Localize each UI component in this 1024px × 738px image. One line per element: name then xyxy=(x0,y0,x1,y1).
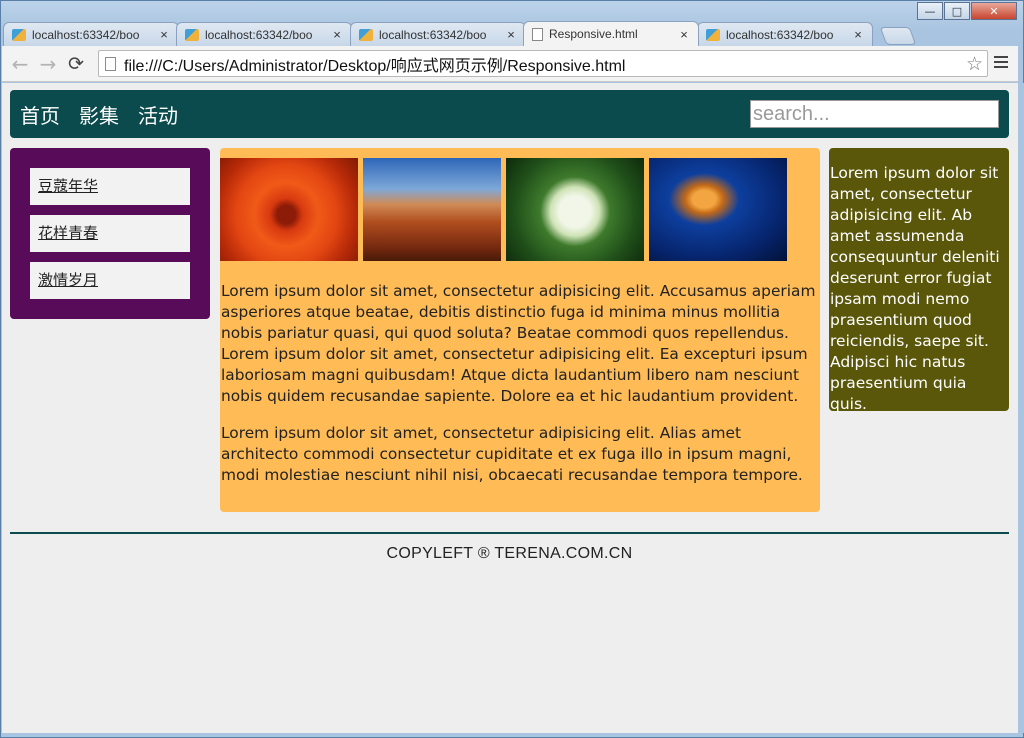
tab-localhost-3[interactable]: localhost:63342/boo × xyxy=(350,22,526,46)
site-footer: COPYLEFT ® TERENA.COM.CN xyxy=(10,532,1009,563)
main-paragraph-1: Lorem ipsum dolor sit amet, consectetur … xyxy=(221,282,816,405)
main-paragraph-2: Lorem ipsum dolor sit amet, consectetur … xyxy=(221,424,803,484)
nav-link-gallery[interactable]: 影集 xyxy=(79,100,119,129)
webstorm-icon xyxy=(12,28,26,41)
jellyfish-image xyxy=(649,158,787,261)
minimize-button[interactable]: — xyxy=(917,2,943,20)
new-tab-button[interactable] xyxy=(879,27,917,45)
forward-arrow-icon[interactable]: → xyxy=(34,50,62,78)
tab-responsive-active[interactable]: Responsive.html × xyxy=(523,21,699,46)
tab-label: localhost:63342/boo xyxy=(32,27,140,42)
tab-close-icon[interactable]: × xyxy=(158,27,170,42)
sidebar-item-2[interactable]: 花样青春 xyxy=(30,215,190,252)
browser-toolbar: ← → ⟳ file:///C:/Users/Administrator/Des… xyxy=(2,46,1018,82)
tab-localhost-1[interactable]: localhost:63342/boo × xyxy=(3,22,179,46)
sidebar-item-3[interactable]: 激情岁月 xyxy=(30,262,190,299)
webstorm-icon xyxy=(185,28,199,41)
browser-window: — □ ✕ localhost:63342/boo × localhost:63… xyxy=(0,0,1024,738)
url-text[interactable]: file:///C:/Users/Administrator/Desktop/响… xyxy=(124,52,625,76)
site-nav: 首页 影集 活动 xyxy=(20,90,197,138)
chrysanthemum-image xyxy=(220,158,358,261)
window-frame-edge xyxy=(1018,83,1024,733)
hydrangea-image xyxy=(506,158,644,261)
document-icon xyxy=(532,27,543,41)
page-viewport: 首页 影集 活动 豆蔻年华 花样青春 激情岁月 Lorem ipsum dolo… xyxy=(2,83,1018,733)
back-arrow-icon[interactable]: ← xyxy=(6,50,34,78)
webstorm-icon xyxy=(706,28,720,41)
copyright-text: COPYLEFT ® TERENA.COM.CN xyxy=(386,545,633,562)
close-window-button[interactable]: ✕ xyxy=(971,2,1017,20)
window-controls: — □ ✕ xyxy=(916,2,1017,20)
nav-link-home[interactable]: 首页 xyxy=(20,100,60,129)
maximize-button[interactable]: □ xyxy=(944,2,970,20)
tab-close-icon[interactable]: × xyxy=(331,27,343,42)
tab-label: localhost:63342/boo xyxy=(205,27,313,42)
nav-link-events[interactable]: 活动 xyxy=(138,100,178,129)
right-sidebar: Lorem ipsum dolor sit amet, consectetur … xyxy=(829,148,1009,413)
tab-label: localhost:63342/boo xyxy=(379,27,487,42)
webstorm-icon xyxy=(359,28,373,41)
right-sidebar-text: Lorem ipsum dolor sit amet, consectetur … xyxy=(830,164,1000,413)
tab-label: Responsive.html xyxy=(549,27,638,41)
page-icon xyxy=(105,56,116,71)
address-bar[interactable]: file:///C:/Users/Administrator/Desktop/响… xyxy=(98,50,988,77)
tab-localhost-2[interactable]: localhost:63342/boo × xyxy=(176,22,352,46)
main-content: Lorem ipsum dolor sit amet, consectetur … xyxy=(220,148,820,512)
reload-icon[interactable]: ⟳ xyxy=(62,50,90,78)
desert-image xyxy=(363,158,501,261)
search-input[interactable] xyxy=(750,100,999,128)
menu-icon[interactable] xyxy=(994,56,1008,68)
tab-close-icon[interactable]: × xyxy=(505,27,517,42)
main-text: Lorem ipsum dolor sit amet, consectetur … xyxy=(221,281,821,502)
bookmark-star-icon[interactable]: ☆ xyxy=(966,53,983,75)
site-header: 首页 影集 活动 xyxy=(10,90,1009,138)
image-gallery xyxy=(220,158,787,261)
left-sidebar: 豆蔻年华 花样青春 激情岁月 xyxy=(10,148,210,319)
tab-localhost-4[interactable]: localhost:63342/boo × xyxy=(697,22,873,46)
tab-strip: localhost:63342/boo × localhost:63342/bo… xyxy=(3,19,1003,46)
sidebar-item-1[interactable]: 豆蔻年华 xyxy=(30,168,190,205)
tab-close-icon[interactable]: × xyxy=(678,27,690,42)
tab-close-icon[interactable]: × xyxy=(852,27,864,42)
tab-label: localhost:63342/boo xyxy=(726,27,834,42)
